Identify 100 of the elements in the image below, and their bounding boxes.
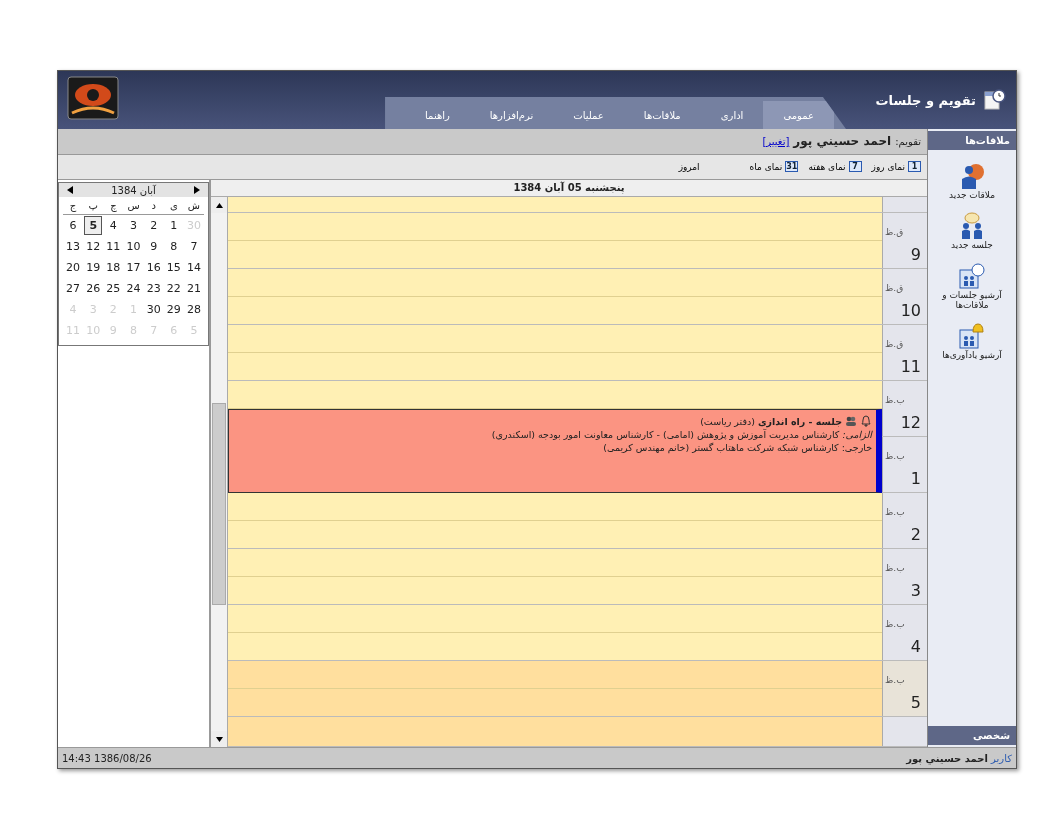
app-title: تقویم و جلسات	[875, 92, 976, 108]
hour-label: 10	[900, 301, 921, 320]
time-slot[interactable]	[228, 381, 882, 409]
time-slot[interactable]	[228, 269, 882, 297]
hour-label: 11	[900, 357, 921, 376]
event-location: (دفتر ریاست)	[700, 415, 755, 427]
period-label: ب.ظ	[885, 451, 905, 461]
time-slot[interactable]	[228, 325, 882, 353]
time-slot[interactable]	[228, 353, 882, 380]
month-title: آبان 1384	[111, 184, 156, 196]
owner-name: احمد حسيني پور	[793, 134, 892, 149]
time-slot[interactable]	[228, 241, 882, 268]
calendar-day[interactable]: 14	[184, 258, 203, 277]
time-slot[interactable]	[228, 633, 882, 660]
calendar-day[interactable]: 20	[64, 258, 83, 277]
calendar-day[interactable]: 10	[124, 237, 143, 256]
time-slot[interactable]	[228, 213, 882, 241]
sidebar-header: شخصی	[928, 726, 1016, 745]
calendar-day[interactable]: 8	[164, 237, 183, 256]
user-name: احمد حسيني پور	[906, 752, 988, 764]
event-card[interactable]: جلسه - راه اندازی (دفتر ریاست) الزامی: کارشناس مدیریت آموزش و پژوهش (امامی) - کارشناس معاونت امور بودجه (اسکندری) خارجی: کارشناس شبکه شرکت ماهتاب گستر (خانم مهندس کریمی)	[228, 409, 882, 493]
calendar-day[interactable]: 17	[124, 258, 143, 277]
bell-archive-icon	[957, 322, 987, 350]
people-icon	[845, 415, 857, 427]
scroll-down-icon[interactable]	[215, 736, 223, 742]
calendar-day[interactable]: 3	[124, 216, 143, 235]
time-slot[interactable]	[228, 717, 882, 746]
period-label: ق.ظ	[885, 339, 904, 349]
menu-tab[interactable]: ملاقات‌ها	[623, 101, 701, 129]
period-label: ب.ظ	[885, 675, 905, 685]
calendar-day[interactable]: 11	[104, 237, 123, 256]
calendar-day[interactable]: 4	[104, 216, 123, 235]
calendar-day[interactable]: 16	[144, 258, 163, 277]
calendar-day[interactable]: 12	[84, 237, 103, 256]
time-slot[interactable]	[228, 577, 882, 604]
calendar-day[interactable]: 28	[184, 300, 203, 319]
menu-tab[interactable]: نرم‌افزارها	[469, 101, 554, 129]
hour-label: 1	[910, 469, 921, 488]
period-label: ق.ظ	[885, 283, 904, 293]
calendar-day[interactable]: 5	[84, 216, 103, 235]
calendar-day[interactable]: 15	[164, 258, 183, 277]
calendar-day[interactable]: 9	[144, 237, 163, 256]
archive-icon	[957, 262, 987, 290]
calendar-day[interactable]: 25	[104, 279, 123, 298]
time-slot[interactable]	[228, 197, 882, 212]
owner-label: تقویم:	[895, 135, 921, 147]
menu-tab[interactable]: راهنما	[405, 101, 470, 129]
time-slot[interactable]	[228, 521, 882, 548]
status-datetime: 1386/08/26 14:43	[62, 752, 152, 764]
time-slot[interactable]	[228, 493, 882, 521]
calendar-day[interactable]: 21	[184, 279, 203, 298]
weekday-label: ج	[68, 199, 78, 214]
calendar-day[interactable]: 24	[124, 279, 143, 298]
time-slot[interactable]	[228, 549, 882, 577]
time-slot[interactable]	[228, 605, 882, 633]
prev-month-button[interactable]	[67, 186, 73, 194]
calendar-day[interactable]: 18	[104, 258, 123, 277]
calendar-day[interactable]: 2	[144, 216, 163, 235]
calendar-day[interactable]: 7	[184, 237, 203, 256]
calendar-day[interactable]: 1	[164, 216, 183, 235]
calendar-day[interactable]: 29	[164, 300, 183, 319]
calendar-day[interactable]: 27	[64, 279, 83, 298]
scrollbar[interactable]	[211, 197, 228, 747]
hour-label: 3	[910, 581, 921, 600]
hour-label: 9	[910, 245, 921, 264]
sidebar-item[interactable]: ملاقات جديد	[928, 160, 1016, 202]
next-month-button[interactable]	[194, 186, 200, 194]
change-link[interactable]: [تغییر]	[762, 135, 790, 147]
bell-icon	[860, 415, 872, 427]
calendar-day[interactable]: 6	[64, 216, 83, 235]
calendar-day[interactable]: 26	[84, 279, 103, 298]
period-label: ب.ظ	[885, 563, 905, 573]
calendar-day[interactable]: 13	[64, 237, 83, 256]
calendar-day[interactable]: 22	[164, 279, 183, 298]
menu-tab[interactable]: عملیات	[553, 101, 624, 129]
sidebar-item[interactable]: آرشیو یادآوری‌ها	[928, 320, 1016, 362]
calendar-clock-icon	[982, 88, 1006, 112]
weekday-label: س	[126, 199, 141, 213]
weekday-label: ی	[168, 199, 179, 213]
hour-label: 5	[910, 693, 921, 712]
period-label: ق.ظ	[885, 227, 904, 237]
scroll-up-icon[interactable]	[215, 202, 223, 208]
today-button[interactable]: امروز	[678, 161, 700, 172]
sidebar-header: ملاقات‌ها	[928, 131, 1016, 150]
period-label: ب.ظ	[885, 395, 905, 405]
weekday-label: پ	[87, 199, 99, 213]
calendar-day[interactable]: 30	[144, 300, 163, 319]
day-header: پنجشنبه 05 آبان 1384	[211, 180, 927, 197]
sidebar-item[interactable]: جلسه جديد	[928, 210, 1016, 252]
period-label: ب.ظ	[885, 507, 905, 517]
event-attendees: خارجی: کارشناس شبکه شرکت ماهتاب گستر (خانم مهندس کریمی)	[602, 442, 872, 453]
user-label: کاربر	[991, 752, 1012, 764]
calendar-day[interactable]: 19	[84, 258, 103, 277]
time-slot[interactable]	[228, 689, 882, 716]
time-slot[interactable]	[228, 661, 882, 689]
menu-tab[interactable]: اداری	[700, 101, 764, 129]
period-label: ب.ظ	[885, 619, 905, 629]
time-slot[interactable]	[228, 297, 882, 324]
sidebar-item[interactable]: آرشیو جلسات و ملاقات‌ها	[928, 260, 1016, 312]
calendar-day[interactable]: 23	[144, 279, 163, 298]
